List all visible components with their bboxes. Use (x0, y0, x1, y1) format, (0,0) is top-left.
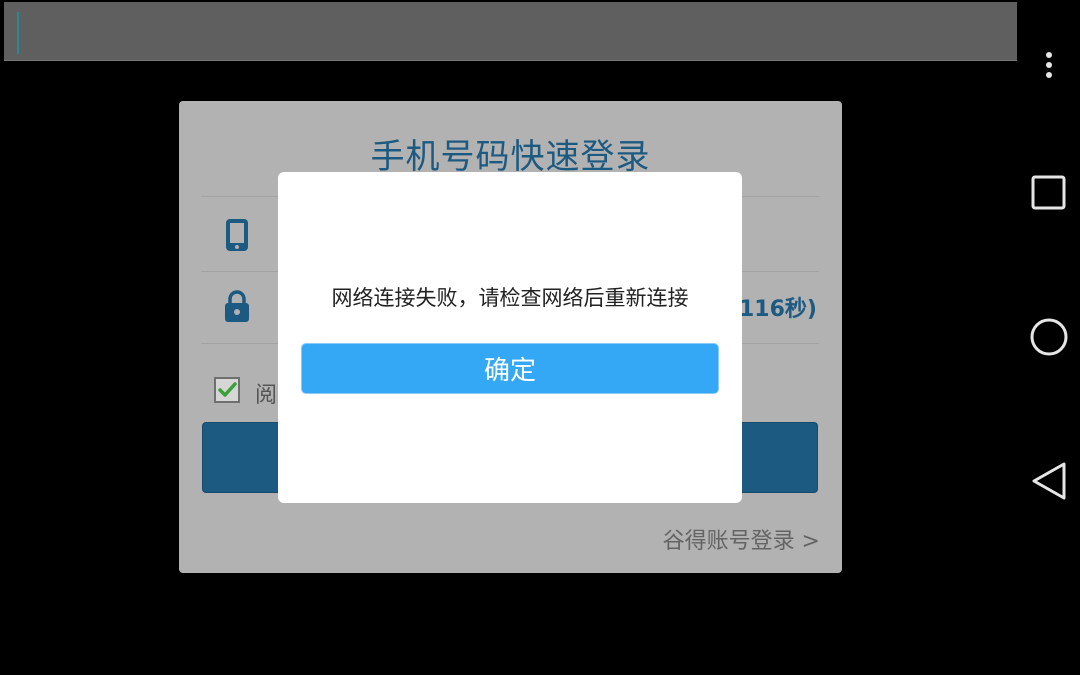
triangle-back-icon (1032, 462, 1066, 500)
card-title: 手机号码快速登录 (370, 137, 651, 177)
more-vert-icon (1046, 52, 1052, 78)
home-button[interactable] (1018, 314, 1080, 360)
circle-icon (1030, 318, 1068, 356)
lock-icon (225, 290, 249, 322)
checkmark-icon (218, 382, 237, 397)
top-text-input[interactable] (4, 2, 1017, 61)
resend-countdown[interactable]: 116秒) (739, 291, 817, 323)
overflow-menu-button[interactable] (1018, 45, 1080, 85)
agreement-checkbox[interactable] (214, 377, 240, 403)
alt-login-link[interactable]: 谷得账号登录 > (663, 523, 820, 555)
text-cursor (17, 12, 19, 54)
phone-icon (226, 219, 248, 251)
back-button[interactable] (1018, 458, 1080, 504)
square-icon (1031, 175, 1066, 210)
navigation-bar (1018, 0, 1080, 675)
confirm-button[interactable]: 确定 (301, 343, 719, 394)
dialog-message: 网络连接失败，请检查网络后重新连接 (331, 286, 689, 310)
network-error-dialog: 网络连接失败，请检查网络后重新连接 确定 (278, 172, 742, 503)
recents-button[interactable] (1018, 170, 1080, 216)
agreement-label: 阅 (255, 383, 278, 408)
